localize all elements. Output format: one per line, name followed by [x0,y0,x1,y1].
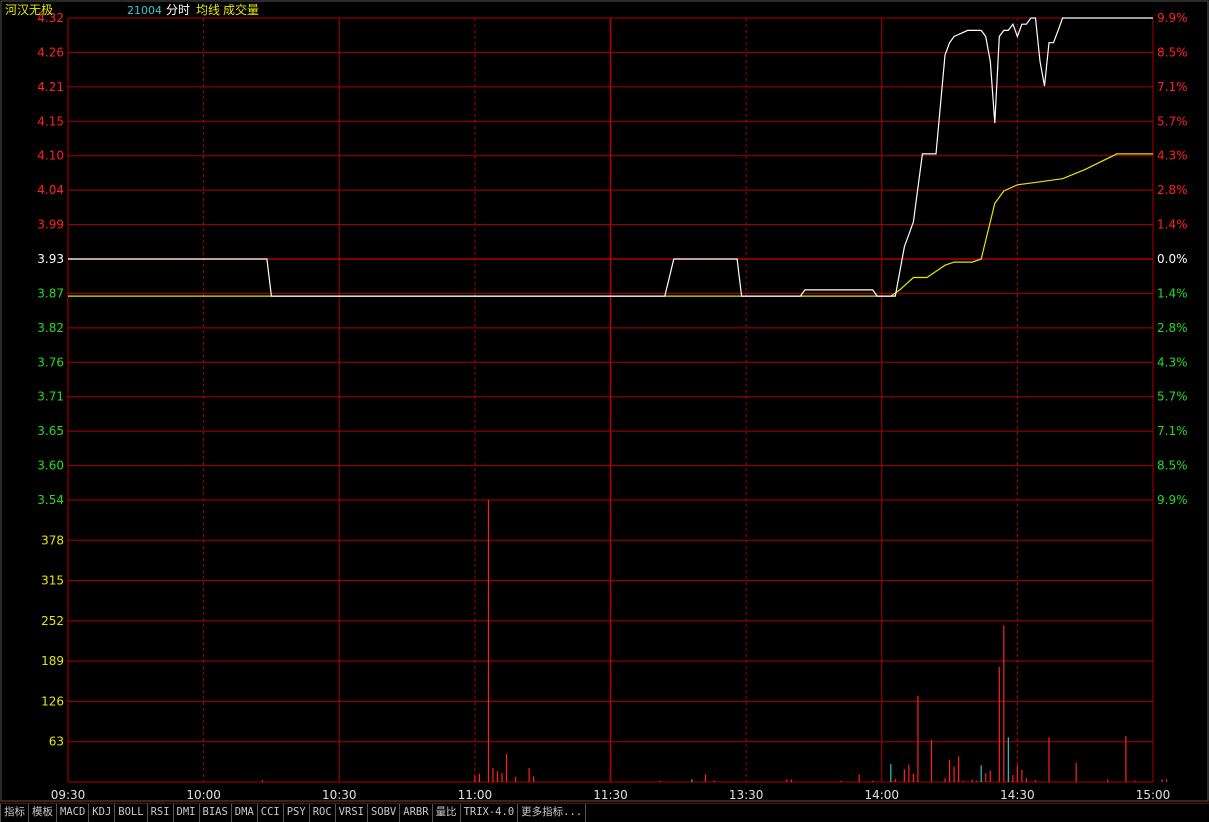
tab-17[interactable]: 更多指标... [518,804,587,822]
price-tick-label: 4.26 [37,45,64,59]
tab-1[interactable]: 模板 [29,804,57,822]
volume-tick-label: 63 [49,735,64,749]
tab-5[interactable]: RSI [148,804,174,822]
percent-tick-label: 2.8% [1157,321,1188,335]
percent-tick-label: 8.5% [1157,45,1188,59]
price-tick-label: 4.04 [37,183,64,197]
tab-15[interactable]: 量比 [433,804,461,822]
time-tick-label: 11:30 [593,788,628,802]
percent-tick-label: 5.7% [1157,114,1188,128]
percent-tick-label: 0.0% [1157,252,1188,266]
time-tick-label: 13:30 [729,788,764,802]
time-tick-label: 11:00 [458,788,493,802]
percent-tick-label: 5.7% [1157,390,1188,404]
price-tick-label: 4.10 [37,149,64,163]
volume-tick-label: 378 [41,533,64,547]
percent-tick-label: 2.8% [1157,183,1188,197]
percent-tick-label: 1.4% [1157,286,1188,300]
price-tick-label: 3.76 [37,355,64,369]
tab-9[interactable]: CCI [258,804,284,822]
volume-tick-label: 189 [41,654,64,668]
tab-0[interactable]: 指标 [0,804,29,822]
percent-tick-label: 7.1% [1157,424,1188,438]
percent-tick-label: 8.5% [1157,459,1188,473]
price-tick-label: 3.82 [37,321,64,335]
intraday-chart[interactable]: 4.32 9.9%4.26 8.5%4.21 7.1%4.15 5.7%4.10 4.3%… [0,0,1209,803]
stock-code: 21004 [127,4,162,17]
time-tick-label: 10:30 [322,788,357,802]
percent-tick-label: 4.3% [1157,149,1188,163]
price-tick-label: 3.65 [37,424,64,438]
tab-2[interactable]: MACD [57,804,90,822]
price-tick-label: 3.71 [37,390,64,404]
tab-13[interactable]: SOBV [368,804,401,822]
stock-name: 河汉无极 [5,3,53,17]
percent-tick-label: 9.9% [1157,11,1188,25]
volume-tick-label: 315 [41,574,64,588]
price-tick-label: 3.60 [37,459,64,473]
percent-tick-label: 7.1% [1157,80,1188,94]
price-tick-label: 4.21 [37,80,64,94]
time-tick-label: 15:00 [1136,788,1171,802]
price-tick-label: 3.54 [37,493,64,507]
tab-8[interactable]: DMA [232,804,258,822]
percent-tick-label: 9.9% [1157,493,1188,507]
tab-6[interactable]: DMI [174,804,200,822]
tab-4[interactable]: BOLL [115,804,148,822]
time-tick-label: 14:30 [1000,788,1035,802]
price-tick-label: 3.99 [37,218,64,232]
tab-16[interactable]: TRIX-4.0 [461,804,519,822]
tab-12[interactable]: VRSI [336,804,368,822]
percent-tick-label: 1.4% [1157,218,1188,232]
time-tick-label: 14:00 [864,788,899,802]
tab-11[interactable]: ROC [310,804,336,822]
price-tick-label: 4.15 [37,114,64,128]
time-tick-label: 09:30 [51,788,86,802]
indicator-tab-bar: 指标 模板 MACD KDJ BOLL RSI DMI BIAS DMA CCI PSY ROC VRS… [0,803,1209,822]
time-tick-label: 10:00 [186,788,221,802]
tab-14[interactable]: ARBR [400,804,433,822]
volume-tick-label: 126 [41,694,64,708]
tab-10[interactable]: PSY [284,804,310,822]
percent-tick-label: 4.3% [1157,355,1188,369]
tab-3[interactable]: KDJ [89,804,116,822]
header-indicator-label: 均线 [196,3,220,17]
price-tick-label: 3.93 [37,252,64,266]
price-tick-label: 3.87 [37,286,64,300]
header-indicator-label: 分时 [166,3,190,17]
volume-tick-label: 252 [41,614,64,628]
tab-7[interactable]: BIAS [200,804,232,822]
header-indicator-label: 成交量 [223,2,259,17]
